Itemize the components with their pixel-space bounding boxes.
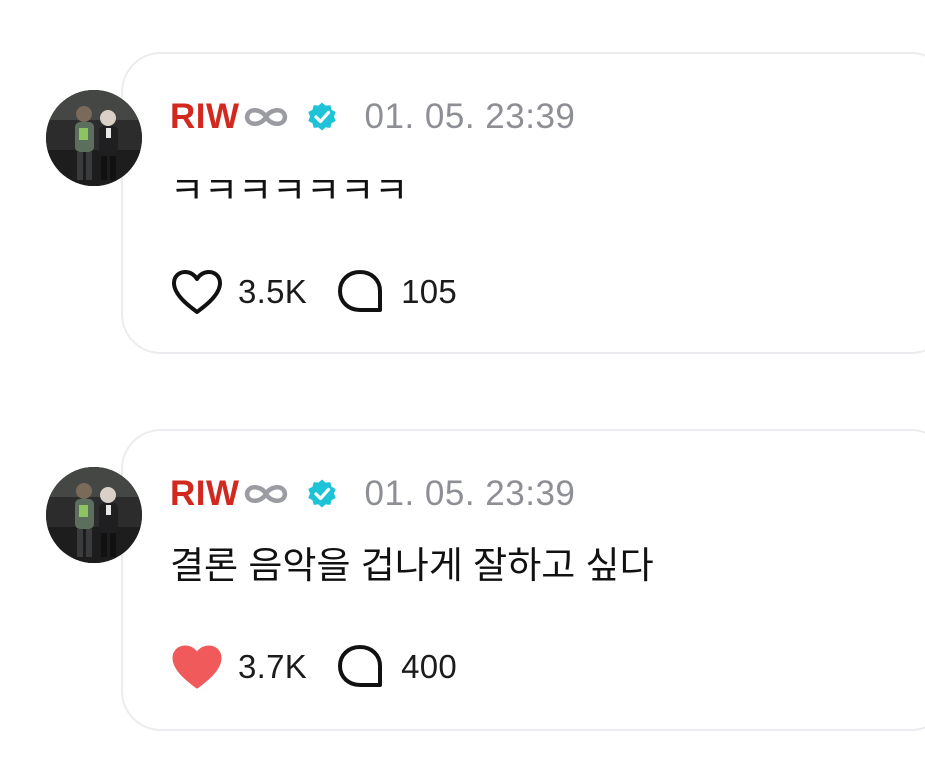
comment-count: 105 [401, 273, 458, 310]
like-count: 3.5K [238, 273, 308, 310]
infinity-icon [242, 479, 290, 509]
verified-badge-icon [306, 101, 338, 133]
fan-letter-feed: RIW 01. 05. 23:39 ㅋㅋㅋㅋㅋㅋㅋ 3.5K 105 RIW 0… [0, 0, 925, 772]
avatar[interactable] [46, 90, 142, 186]
post-timestamp: 01. 05. 23:39 [364, 97, 576, 136]
heart-filled-icon [170, 644, 224, 690]
avatar-photo [46, 467, 142, 563]
post-1: RIW 01. 05. 23:39 ㅋㅋㅋㅋㅋㅋㅋ 3.5K 105 [0, 52, 925, 362]
post-2: RIW 01. 05. 23:39 결론 음악을 겁나게 잘하고 싶다 3.7K… [0, 429, 925, 739]
comment-button[interactable]: 400 [335, 643, 457, 691]
post-timestamp: 01. 05. 23:39 [364, 474, 576, 513]
comment-bubble-icon [335, 268, 385, 316]
heart-outline-icon [170, 269, 224, 315]
comment-button[interactable]: 105 [335, 268, 457, 316]
avatar-photo [46, 90, 142, 186]
like-button[interactable]: 3.7K [170, 644, 307, 690]
infinity-icon [242, 102, 290, 132]
post-header: RIW 01. 05. 23:39 [170, 469, 575, 519]
like-count: 3.7K [238, 648, 308, 685]
post-actions: 3.5K 105 [170, 267, 457, 317]
post-actions: 3.7K 400 [170, 642, 457, 692]
author-name[interactable]: RIW [170, 97, 240, 137]
post-text: ㅋㅋㅋㅋㅋㅋㅋ [170, 170, 409, 211]
comment-bubble-icon [335, 643, 385, 691]
author-name[interactable]: RIW [170, 474, 240, 514]
comment-count: 400 [401, 648, 458, 685]
verified-badge-icon [306, 478, 338, 510]
post-header: RIW 01. 05. 23:39 [170, 92, 575, 142]
avatar[interactable] [46, 467, 142, 563]
like-button[interactable]: 3.5K [170, 269, 307, 315]
post-text: 결론 음악을 겁나게 잘하고 싶다 [170, 545, 654, 586]
